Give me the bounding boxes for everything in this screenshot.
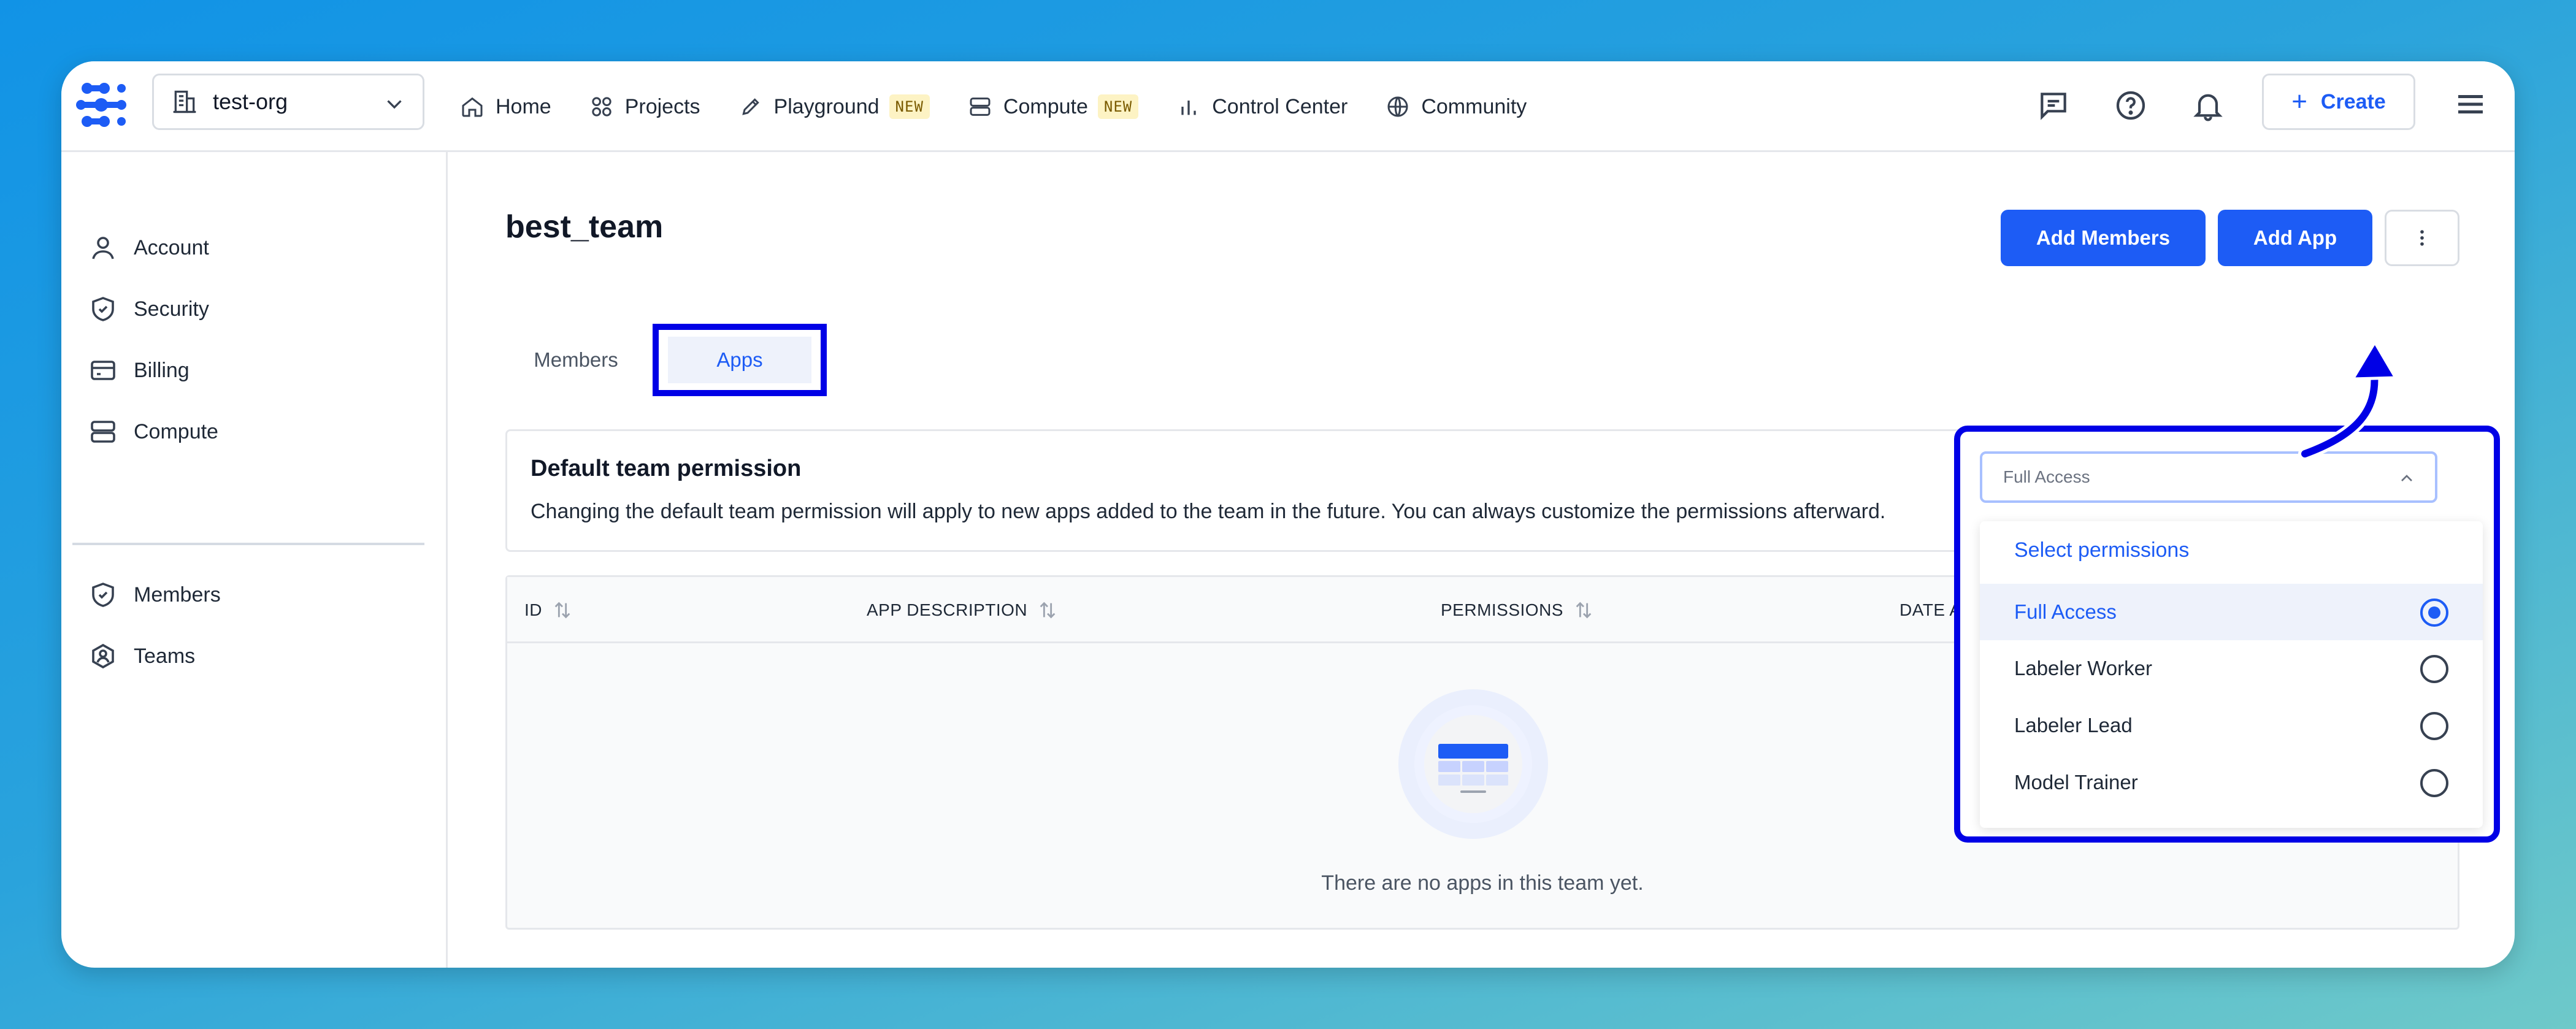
sidebar-item-label: Teams — [134, 644, 196, 668]
sort-icon — [1576, 602, 1592, 619]
tab-members[interactable]: Members — [505, 324, 646, 396]
nav-compute[interactable]: Compute NEW — [968, 94, 1139, 119]
plus-icon: + — [2291, 86, 2307, 117]
chevron-down-icon — [387, 100, 402, 109]
app-window: test-org Home Projects Playground NEW Co… — [61, 61, 2515, 968]
sidebar-item-account[interactable]: Account — [88, 233, 209, 262]
nav-playground-label: Playground — [773, 94, 880, 118]
empty-state-text: There are no apps in this team yet. — [1321, 871, 1644, 895]
column-header-id[interactable]: ID — [524, 577, 573, 643]
nav-home[interactable]: Home — [460, 94, 551, 119]
sidebar-item-compute[interactable]: Compute — [88, 417, 218, 446]
compute-icon — [970, 98, 991, 116]
sidebar-item-label: Billing — [134, 358, 190, 382]
sort-icon — [554, 602, 570, 619]
permission-options-menu: Select permissions Full Access Labeler W… — [1980, 521, 2483, 828]
globe-icon — [1387, 96, 1408, 117]
shield-icon — [92, 297, 114, 321]
nav-projects-label: Projects — [624, 94, 700, 118]
empty-table-icon — [1398, 689, 1548, 839]
permission-option-labeler-worker[interactable]: Labeler Worker — [1980, 640, 2483, 697]
add-app-button[interactable]: Add App — [2218, 210, 2372, 266]
permission-option-full-access[interactable]: Full Access — [1980, 584, 2483, 640]
nav-playground[interactable]: Playground NEW — [738, 94, 930, 119]
page-title: best_team — [505, 209, 664, 245]
shield-check-icon — [92, 583, 114, 607]
nav-community[interactable]: Community — [1386, 94, 1527, 119]
permission-option-model-trainer[interactable]: Model Trainer — [1980, 754, 2483, 811]
radio-icon[interactable] — [2420, 655, 2448, 683]
new-badge: NEW — [889, 94, 930, 119]
org-selector[interactable]: test-org — [152, 74, 424, 130]
option-label: Labeler Lead — [2014, 714, 2133, 736]
sidebar-item-label: Members — [134, 583, 221, 606]
column-header-permissions[interactable]: PERMISSIONS — [1441, 577, 1594, 643]
nav-community-label: Community — [1421, 94, 1527, 118]
org-name: test-org — [213, 89, 288, 114]
top-navigation-bar: test-org Home Projects Playground NEW Co… — [61, 61, 2515, 152]
settings-sidebar: Account Security Billing Compute Members… — [61, 152, 448, 968]
help-icon[interactable] — [2114, 88, 2148, 123]
home-icon — [462, 97, 483, 117]
permission-card-title: Default team permission — [531, 456, 802, 481]
radio-selected-icon[interactable] — [2420, 599, 2448, 627]
logo-icon[interactable] — [74, 77, 129, 132]
sidebar-divider — [72, 543, 424, 545]
sidebar-item-security[interactable]: Security — [88, 294, 209, 324]
projects-icon — [592, 97, 611, 117]
bell-icon[interactable] — [2191, 88, 2225, 123]
permission-option-labeler-lead[interactable]: Labeler Lead — [1980, 697, 2483, 754]
permission-select-value: Full Access — [2003, 467, 2090, 486]
tab-apps-label: Apps — [668, 337, 811, 383]
nav-compute-label: Compute — [1003, 94, 1088, 118]
sidebar-item-teams[interactable]: Teams — [88, 641, 195, 671]
permission-menu-header: Select permissions — [2014, 538, 2190, 562]
column-header-app-description[interactable]: APP DESCRIPTION — [867, 577, 1058, 643]
create-label: Create — [2320, 90, 2386, 113]
sort-icon — [1040, 602, 1056, 619]
permission-dropdown-highlight: Full Access Select permissions Full Acce… — [1954, 426, 2500, 843]
playground-icon — [742, 98, 759, 115]
column-label: ID — [524, 600, 542, 619]
option-label: Full Access — [2014, 600, 2117, 623]
option-label: Model Trainer — [2014, 771, 2138, 794]
annotation-arrow-icon — [2298, 339, 2399, 461]
user-icon — [92, 237, 114, 259]
radio-icon[interactable] — [2420, 712, 2448, 740]
feedback-icon[interactable] — [2036, 88, 2071, 123]
card-icon — [91, 361, 115, 380]
kebab-menu-icon — [2420, 230, 2424, 246]
sidebar-item-billing[interactable]: Billing — [88, 356, 190, 385]
sidebar-item-label: Account — [134, 235, 209, 259]
new-badge: NEW — [1097, 94, 1139, 119]
chart-icon — [1181, 101, 1196, 115]
sidebar-item-label: Compute — [134, 419, 218, 443]
more-options-button[interactable] — [2385, 210, 2459, 266]
option-label: Labeler Worker — [2014, 657, 2152, 679]
column-label: APP DESCRIPTION — [867, 600, 1028, 619]
nav-control-center-label: Control Center — [1212, 94, 1348, 118]
add-members-button[interactable]: Add Members — [2001, 210, 2206, 266]
teams-icon — [92, 643, 114, 669]
chevron-up-icon — [2401, 475, 2412, 481]
tab-apps[interactable]: Apps — [653, 324, 827, 396]
main-nav: Home Projects Playground NEW Compute NEW… — [460, 61, 1565, 152]
server-icon — [91, 421, 115, 443]
radio-icon[interactable] — [2420, 769, 2448, 797]
nav-projects[interactable]: Projects — [589, 94, 700, 119]
permission-card-description: Changing the default team permission wil… — [531, 500, 1886, 523]
nav-control-center[interactable]: Control Center — [1176, 94, 1347, 119]
create-button[interactable]: + Create — [2262, 74, 2415, 130]
sidebar-item-members[interactable]: Members — [88, 580, 221, 610]
hamburger-menu-icon[interactable] — [2452, 86, 2489, 123]
nav-home-label: Home — [496, 94, 551, 118]
sidebar-item-label: Security — [134, 297, 209, 321]
building-icon — [173, 90, 196, 113]
column-label: PERMISSIONS — [1441, 600, 1563, 619]
